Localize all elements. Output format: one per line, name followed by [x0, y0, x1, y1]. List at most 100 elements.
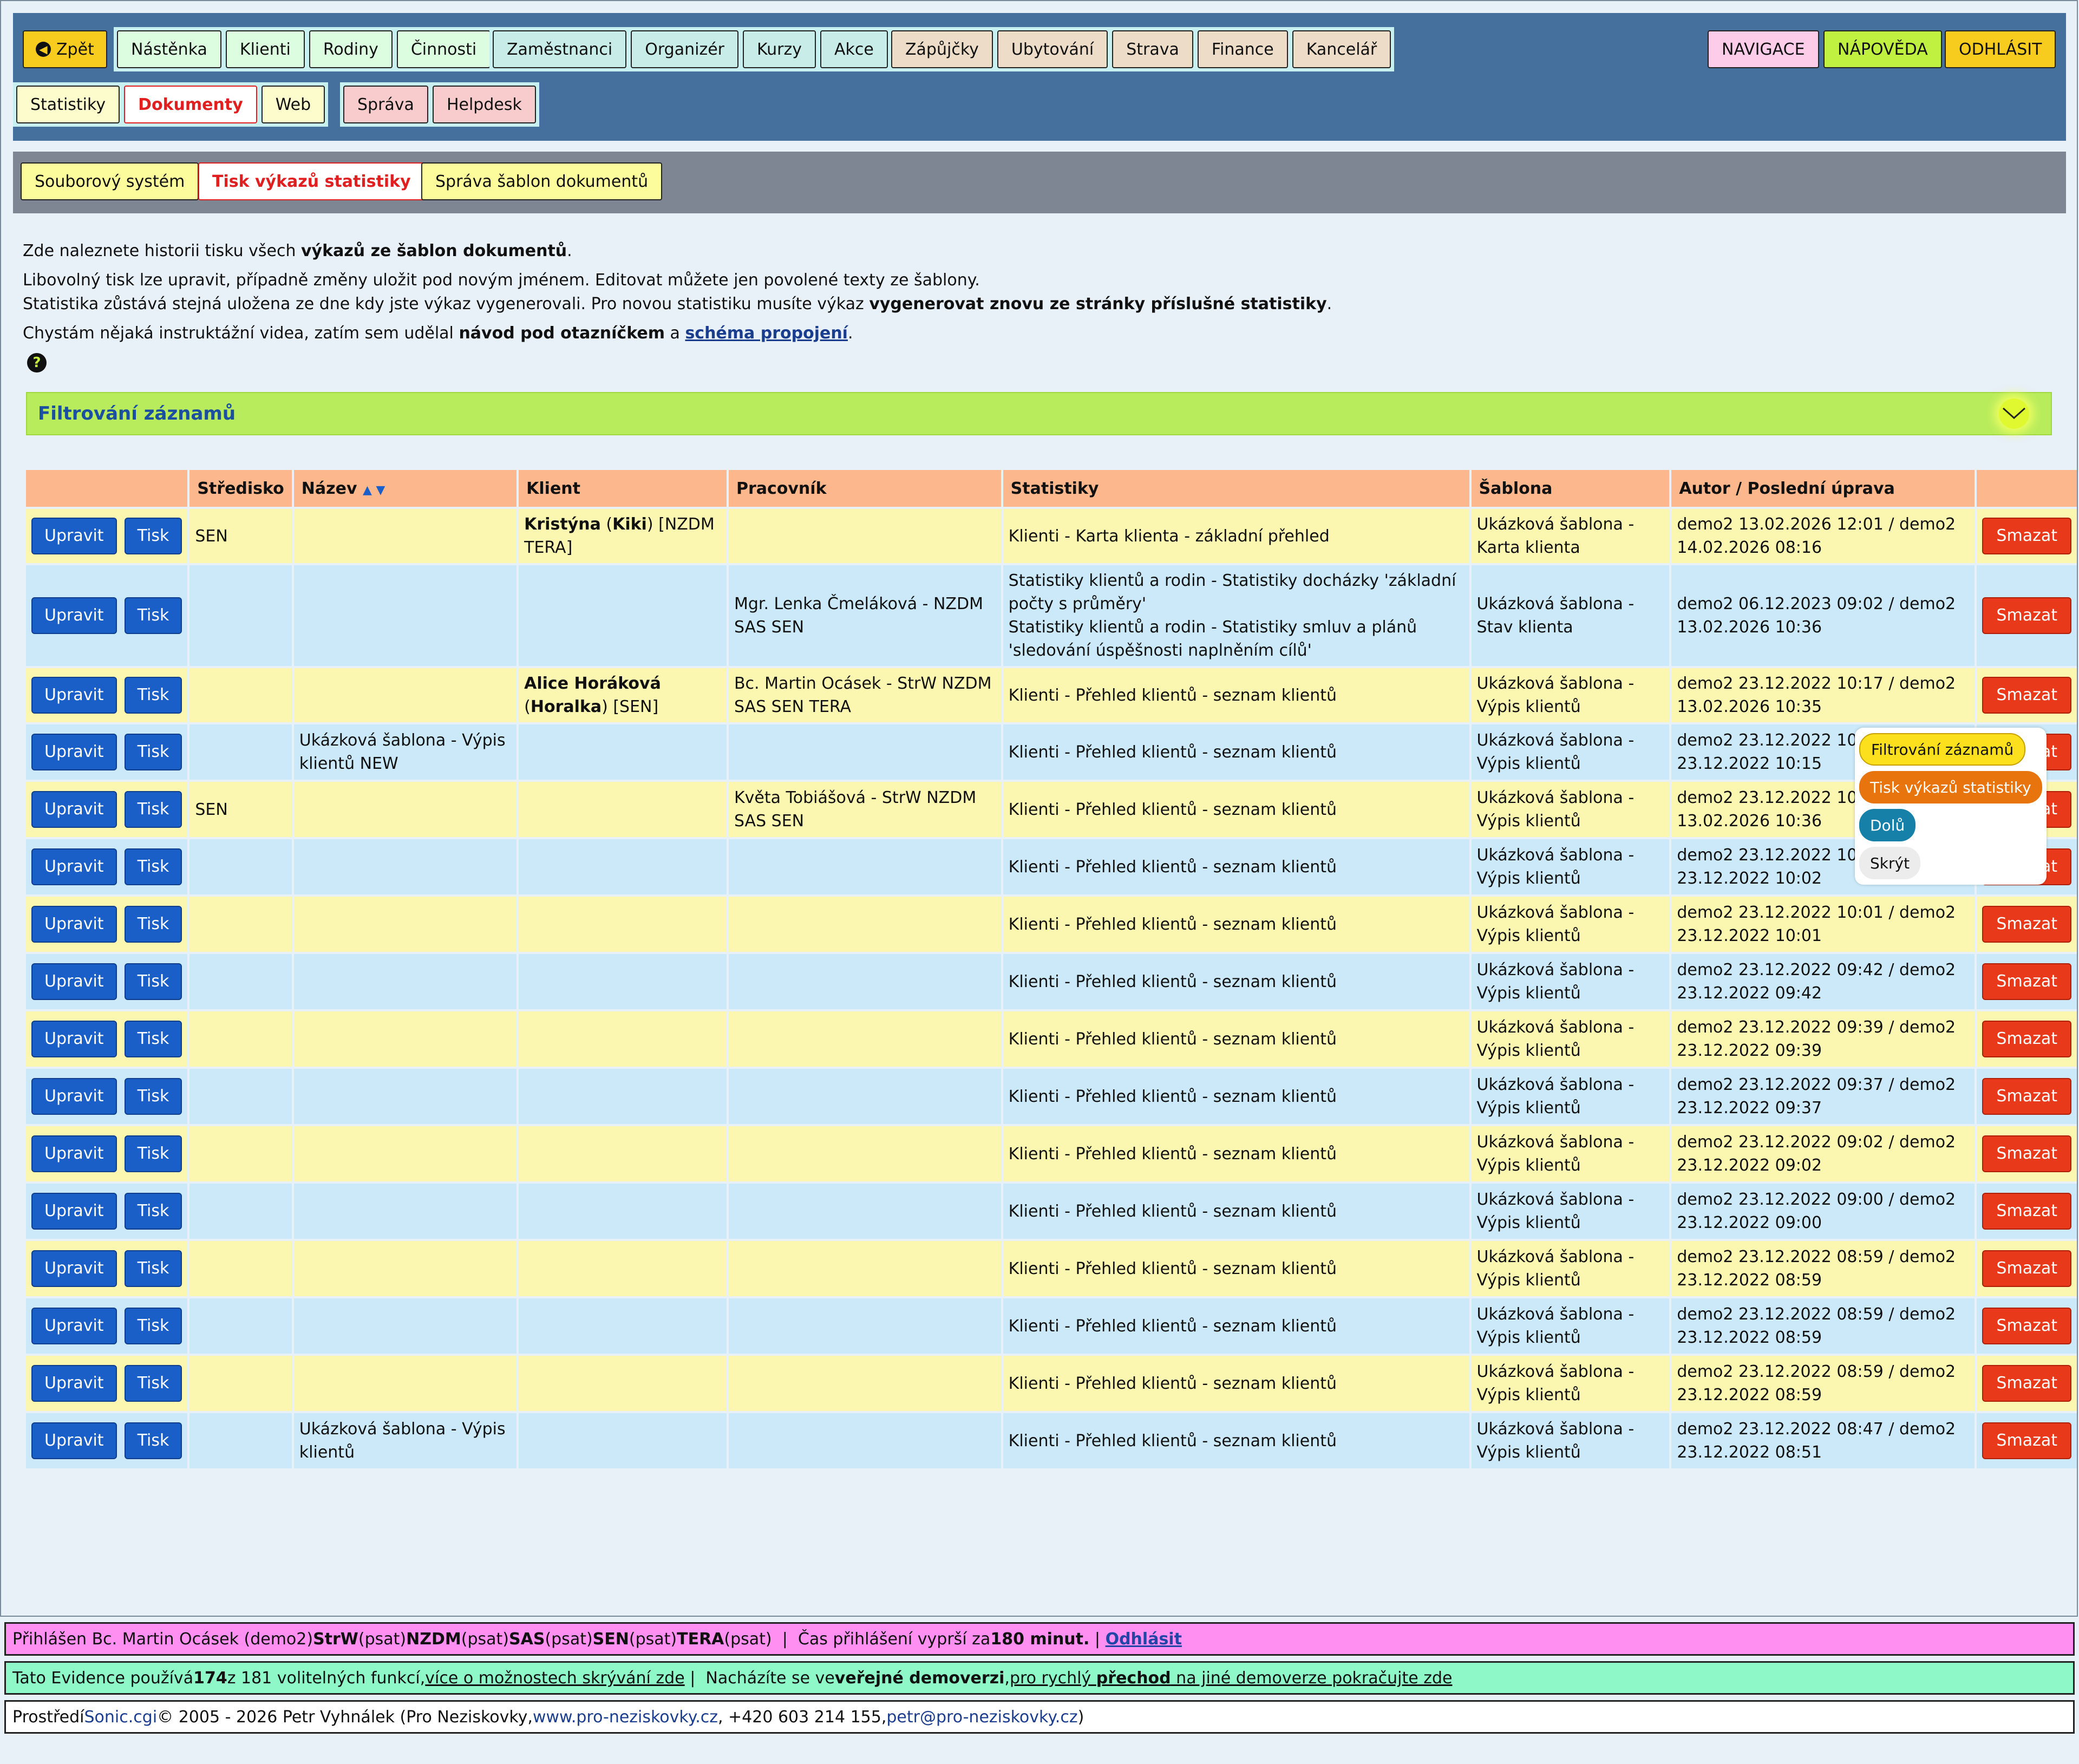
cell-statistiky: Klienti - Přehled klientů - seznam klien… — [1003, 782, 1469, 837]
delete-button[interactable]: Smazat — [1982, 963, 2071, 1000]
nav-dokumenty[interactable]: Dokumenty — [124, 86, 257, 123]
popup-tisk-vykazu[interactable]: Tisk výkazů statistiky — [1859, 771, 2042, 803]
delete-button[interactable]: Smazat — [1982, 1078, 2071, 1115]
print-button[interactable]: Tisk — [124, 791, 182, 828]
print-button[interactable]: Tisk — [124, 1135, 182, 1172]
delete-button[interactable]: Smazat — [1982, 597, 2071, 634]
cell-nazev — [293, 954, 517, 1009]
edit-button[interactable]: Upravit — [31, 677, 117, 714]
edit-button[interactable]: Upravit — [31, 1193, 117, 1230]
print-button[interactable]: Tisk — [124, 1078, 182, 1115]
th-statistiky[interactable]: Statistiky — [1003, 470, 1469, 507]
edit-button[interactable]: Upravit — [31, 963, 117, 1000]
edit-button[interactable]: Upravit — [31, 848, 117, 885]
nav-klienti[interactable]: Klienti — [225, 30, 305, 68]
print-button[interactable]: Tisk — [124, 848, 182, 885]
nav-statistiky[interactable]: Statistiky — [16, 86, 120, 123]
print-button[interactable]: Tisk — [124, 518, 182, 554]
nav-akce[interactable]: Akce — [820, 30, 888, 68]
th-stredisko[interactable]: Středisko — [189, 470, 292, 507]
subnav-tisk-vykazu[interactable]: Tisk výkazů statistiky — [198, 162, 425, 200]
cell-klient — [519, 1356, 727, 1411]
edit-button[interactable]: Upravit — [31, 518, 117, 554]
print-button[interactable]: Tisk — [124, 677, 182, 714]
popup-filtrovani[interactable]: Filtrování záznamů — [1859, 733, 2026, 766]
cell-sablona: Ukázková šablona - Výpis klientů — [1471, 839, 1670, 894]
delete-button[interactable]: Smazat — [1982, 1250, 2071, 1287]
cell-nazev — [293, 1184, 517, 1239]
print-button[interactable]: Tisk — [124, 734, 182, 770]
odhlasit-button[interactable]: ODHLÁSIT — [1945, 30, 2056, 68]
delete-button[interactable]: Smazat — [1982, 1193, 2071, 1230]
edit-button[interactable]: Upravit — [31, 1422, 117, 1459]
th-pracovnik[interactable]: Pracovník — [728, 470, 1001, 507]
print-button[interactable]: Tisk — [124, 1250, 182, 1287]
row-delete: Smazat — [1977, 897, 2077, 952]
edit-button[interactable]: Upravit — [31, 1250, 117, 1287]
nav-kancelar[interactable]: Kancelář — [1292, 30, 1391, 68]
napoveda-button[interactable]: NÁPOVĚDA — [1823, 30, 1942, 68]
nav-cinnosti[interactable]: Činnosti — [396, 30, 491, 68]
print-button[interactable]: Tisk — [124, 1422, 182, 1459]
nav-finance[interactable]: Finance — [1197, 30, 1288, 68]
print-button[interactable]: Tisk — [124, 1308, 182, 1344]
print-button[interactable]: Tisk — [124, 597, 182, 634]
nav-kurzy[interactable]: Kurzy — [742, 30, 816, 68]
edit-button[interactable]: Upravit — [31, 1078, 117, 1115]
delete-button[interactable]: Smazat — [1982, 1422, 2071, 1459]
cell-autor: demo2 13.02.2026 12:01 / demo2 14.02.202… — [1671, 509, 1975, 563]
edit-button[interactable]: Upravit — [31, 1135, 117, 1172]
delete-button[interactable]: Smazat — [1982, 518, 2071, 554]
nav-sprava[interactable]: Správa — [343, 86, 428, 123]
delete-button[interactable]: Smazat — [1982, 677, 2071, 714]
delete-button[interactable]: Smazat — [1982, 1135, 2071, 1172]
edit-button[interactable]: Upravit — [31, 1365, 117, 1402]
print-button[interactable]: Tisk — [124, 1365, 182, 1402]
print-button[interactable]: Tisk — [124, 906, 182, 943]
cell-pracovnik — [728, 954, 1001, 1009]
th-autor[interactable]: Autor / Poslední úprava — [1671, 470, 1975, 507]
delete-button[interactable]: Smazat — [1982, 1021, 2071, 1057]
cell-pracovnik: Bc. Martin Ocásek - StrW NZDM SAS SEN TE… — [728, 668, 1001, 722]
edit-button[interactable]: Upravit — [31, 734, 117, 770]
popup-skryt[interactable]: Skrýt — [1859, 847, 1921, 879]
th-sablona[interactable]: Šablona — [1471, 470, 1670, 507]
nav-strava[interactable]: Strava — [1112, 30, 1193, 68]
nav-nastenka[interactable]: Nástěnka — [117, 30, 221, 68]
edit-button[interactable]: Upravit — [31, 597, 117, 634]
nav-helpdesk[interactable]: Helpdesk — [432, 86, 536, 123]
edit-button[interactable]: Upravit — [31, 791, 117, 828]
print-button[interactable]: Tisk — [124, 1193, 182, 1230]
delete-button[interactable]: Smazat — [1982, 1365, 2071, 1402]
filter-panel[interactable]: Filtrování záznamů — [26, 392, 2052, 435]
delete-button[interactable]: Smazat — [1982, 906, 2071, 943]
nav-zapujcky[interactable]: Zápůjčky — [891, 30, 993, 68]
cell-klient — [519, 897, 727, 952]
delete-button[interactable]: Smazat — [1982, 1308, 2071, 1344]
nav-organizer[interactable]: Organizér — [631, 30, 738, 68]
edit-button[interactable]: Upravit — [31, 1308, 117, 1344]
back-button[interactable]: ◀ Zpět — [23, 30, 107, 68]
question-mark-icon[interactable]: ? — [27, 353, 47, 373]
sort-arrows-icon[interactable]: ▲ ▼ — [363, 484, 385, 497]
navigace-button[interactable]: NAVIGACE — [1708, 30, 1819, 68]
print-button[interactable]: Tisk — [124, 1021, 182, 1057]
cell-stredisko: SEN — [189, 782, 292, 837]
th-klient[interactable]: Klient — [519, 470, 727, 507]
chevron-down-icon[interactable] — [1999, 398, 2029, 429]
print-button[interactable]: Tisk — [124, 963, 182, 1000]
th-nazev[interactable]: Název ▲ ▼ — [293, 470, 517, 507]
table-row: Upravit Tisk Alice Horáková (Horalka) [SEN… — [26, 668, 2077, 722]
nav-rodiny[interactable]: Rodiny — [309, 30, 393, 68]
popup-dolu[interactable]: Dolů — [1859, 809, 1916, 841]
nav-ubytovani[interactable]: Ubytování — [997, 30, 1108, 68]
nav-web[interactable]: Web — [261, 86, 325, 123]
edit-button[interactable]: Upravit — [31, 1021, 117, 1057]
cell-klient — [519, 1011, 727, 1067]
subnav-sprava-sablon[interactable]: Správa šablon dokumentů — [421, 162, 663, 200]
cell-pracovnik — [728, 509, 1001, 563]
nav-zamestnanci[interactable]: Zaměstnanci — [493, 30, 627, 68]
subnav-souborovy-system[interactable]: Souborový systém — [21, 162, 199, 200]
schema-propojeni-link[interactable]: schéma propojení — [685, 324, 848, 343]
edit-button[interactable]: Upravit — [31, 906, 117, 943]
